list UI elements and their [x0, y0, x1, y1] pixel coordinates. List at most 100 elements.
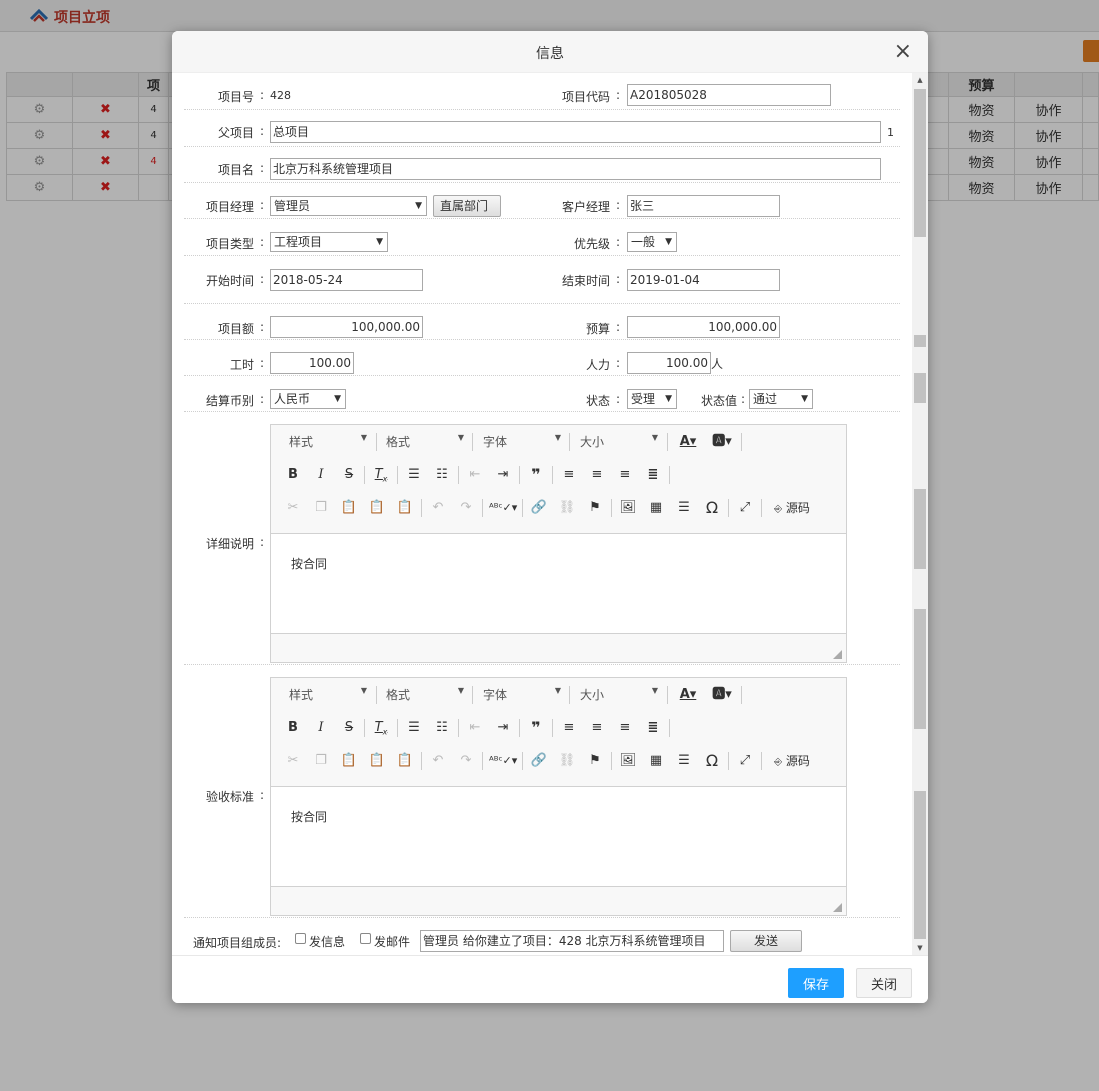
spellcheck-icon[interactable]: ᴬᴮᶜ✓▾: [489, 498, 517, 518]
font-combo[interactable]: 字体 ▼: [483, 686, 561, 704]
redo-icon[interactable]: ↷: [456, 498, 476, 518]
remove-format-icon[interactable]: Tx: [371, 465, 391, 485]
blockquote-icon[interactable]: ❞: [526, 718, 546, 738]
redo-icon[interactable]: ↷: [456, 751, 476, 771]
cut-icon[interactable]: ✂: [283, 751, 303, 771]
remove-format-icon[interactable]: Tx: [371, 718, 391, 738]
undo-icon[interactable]: ↶: [428, 498, 448, 518]
cut-icon[interactable]: ✂: [283, 498, 303, 518]
bold-icon[interactable]: B: [283, 465, 303, 485]
outdent-icon[interactable]: ⇤: [465, 718, 485, 738]
image-icon[interactable]: 🖼: [618, 498, 638, 518]
numbered-list-icon[interactable]: ☰: [404, 465, 424, 485]
source-button[interactable]: ⎆ 源码: [769, 498, 815, 518]
send-button[interactable]: 发送: [730, 930, 802, 952]
close-icon[interactable]: ×: [894, 41, 912, 63]
notify-message-input[interactable]: 管理员 给你建立了项目：428 北京万科系统管理项目: [420, 930, 724, 952]
align-right-icon[interactable]: ≡: [615, 718, 635, 738]
paste-icon[interactable]: 📋: [339, 498, 359, 518]
style-combo[interactable]: 样式 ▼: [289, 686, 367, 704]
bold-icon[interactable]: B: [283, 718, 303, 738]
save-button[interactable]: 保存: [788, 968, 844, 998]
currency-select[interactable]: 人民币 ▼: [270, 389, 346, 409]
dept-button[interactable]: 直属部门: [433, 195, 501, 217]
horizontal-rule-icon[interactable]: ☰: [674, 498, 694, 518]
end-date-input[interactable]: 2019-01-04: [627, 269, 780, 291]
detail-editor-content[interactable]: 按合同: [271, 533, 846, 634]
unlink-icon[interactable]: ⛓: [557, 498, 577, 518]
horizontal-rule-icon[interactable]: ☰: [674, 751, 694, 771]
link-icon[interactable]: 🔗: [529, 498, 549, 518]
style-combo[interactable]: 样式 ▼: [289, 433, 367, 451]
bg-color-icon[interactable]: 🅰▾: [709, 432, 735, 452]
hours-input[interactable]: 100.00: [270, 352, 354, 374]
size-combo[interactable]: 大小 ▼: [580, 433, 658, 451]
align-left-icon[interactable]: ≡: [559, 718, 579, 738]
resize-grip-icon[interactable]: [833, 903, 842, 912]
dialog-scrollbar[interactable]: ▲ ▼: [912, 73, 928, 955]
special-char-icon[interactable]: Ω: [702, 751, 722, 771]
font-combo[interactable]: 字体 ▼: [483, 433, 561, 451]
table-icon[interactable]: ▦: [646, 751, 666, 771]
close-button[interactable]: 关闭: [856, 968, 912, 998]
send-mail-checkbox[interactable]: [360, 933, 371, 944]
status-select[interactable]: 受理 ▼: [627, 389, 677, 409]
strike-icon[interactable]: S: [339, 718, 359, 738]
client-manager-input[interactable]: 张三: [627, 195, 780, 217]
justify-icon[interactable]: ≣: [643, 718, 663, 738]
scroll-thumb[interactable]: [914, 89, 926, 237]
numbered-list-icon[interactable]: ☰: [404, 718, 424, 738]
blockquote-icon[interactable]: ❞: [526, 465, 546, 485]
manpower-input[interactable]: 100.00: [627, 352, 711, 374]
spellcheck-icon[interactable]: ᴬᴮᶜ✓▾: [489, 751, 517, 771]
budget-input[interactable]: 100,000.00: [627, 316, 780, 338]
paste-text-icon[interactable]: 📋: [367, 498, 387, 518]
bullet-list-icon[interactable]: ☷: [432, 465, 452, 485]
acceptance-editor-content[interactable]: 按合同: [271, 786, 846, 887]
outdent-icon[interactable]: ⇤: [465, 465, 485, 485]
send-message-checkbox[interactable]: [295, 933, 306, 944]
bullet-list-icon[interactable]: ☷: [432, 718, 452, 738]
align-left-icon[interactable]: ≡: [559, 465, 579, 485]
amount-input[interactable]: 100,000.00: [270, 316, 423, 338]
italic-icon[interactable]: I: [311, 718, 331, 738]
justify-icon[interactable]: ≣: [643, 465, 663, 485]
project-code-input[interactable]: A201805028: [627, 84, 831, 106]
scroll-up-icon[interactable]: ▲: [912, 73, 928, 87]
type-select[interactable]: 工程项目 ▼: [270, 232, 388, 252]
copy-icon[interactable]: ❐: [311, 751, 331, 771]
link-icon[interactable]: 🔗: [529, 751, 549, 771]
manager-select[interactable]: 管理员 ▼: [270, 196, 427, 216]
align-center-icon[interactable]: ≡: [587, 718, 607, 738]
maximize-icon[interactable]: ⤢: [735, 751, 755, 771]
bg-color-icon[interactable]: 🅰▾: [709, 685, 735, 705]
paste-icon[interactable]: 📋: [339, 751, 359, 771]
undo-icon[interactable]: ↶: [428, 751, 448, 771]
paste-word-icon[interactable]: 📋: [395, 751, 415, 771]
name-input[interactable]: 北京万科系统管理项目: [270, 158, 881, 180]
scroll-down-icon[interactable]: ▼: [912, 941, 928, 955]
align-right-icon[interactable]: ≡: [615, 465, 635, 485]
format-combo[interactable]: 格式 ▼: [386, 686, 464, 704]
strike-icon[interactable]: S: [339, 465, 359, 485]
special-char-icon[interactable]: Ω: [702, 498, 722, 518]
text-color-icon[interactable]: A▾: [675, 685, 701, 705]
indent-icon[interactable]: ⇥: [493, 465, 513, 485]
indent-icon[interactable]: ⇥: [493, 718, 513, 738]
status-value-select[interactable]: 通过 ▼: [749, 389, 813, 409]
resize-grip-icon[interactable]: [833, 650, 842, 659]
copy-icon[interactable]: ❐: [311, 498, 331, 518]
parent-input[interactable]: 总项目: [270, 121, 881, 143]
source-button[interactable]: ⎆ 源码: [769, 751, 815, 771]
paste-text-icon[interactable]: 📋: [367, 751, 387, 771]
anchor-flag-icon[interactable]: ⚑: [585, 498, 605, 518]
size-combo[interactable]: 大小 ▼: [580, 686, 658, 704]
align-center-icon[interactable]: ≡: [587, 465, 607, 485]
italic-icon[interactable]: I: [311, 465, 331, 485]
unlink-icon[interactable]: ⛓: [557, 751, 577, 771]
paste-word-icon[interactable]: 📋: [395, 498, 415, 518]
format-combo[interactable]: 格式 ▼: [386, 433, 464, 451]
anchor-flag-icon[interactable]: ⚑: [585, 751, 605, 771]
priority-select[interactable]: 一般 ▼: [627, 232, 677, 252]
start-date-input[interactable]: 2018-05-24: [270, 269, 423, 291]
